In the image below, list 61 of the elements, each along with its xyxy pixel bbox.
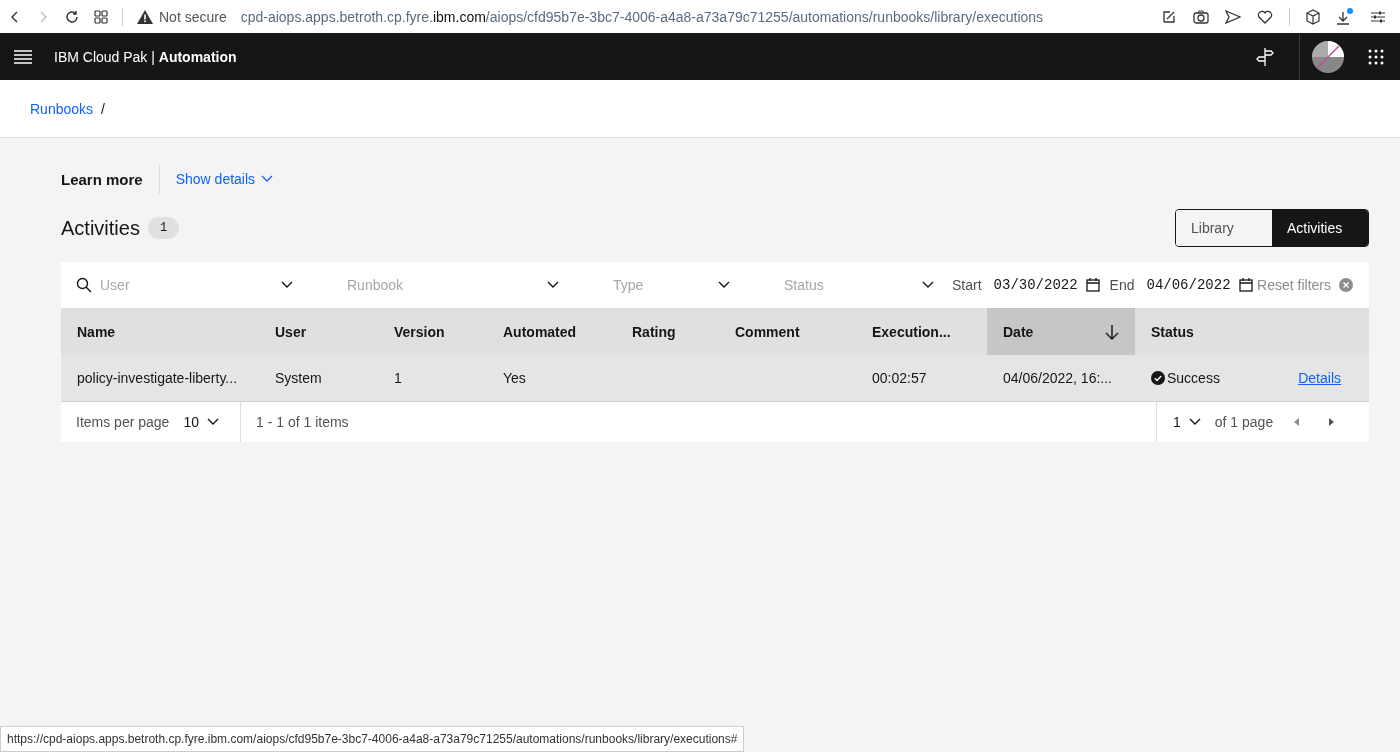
breadcrumb-link[interactable]: Runbooks bbox=[30, 100, 94, 117]
chevron-down-icon bbox=[1188, 418, 1201, 426]
chevron-down-icon bbox=[922, 281, 934, 289]
cube-icon[interactable] bbox=[1306, 8, 1320, 25]
search-icon bbox=[76, 277, 92, 293]
close-circle-icon bbox=[1339, 278, 1353, 292]
details-link[interactable]: Details bbox=[1298, 370, 1341, 386]
download-icon[interactable] bbox=[1336, 7, 1354, 26]
chevron-down-icon bbox=[718, 281, 730, 289]
show-details-link[interactable]: Show details bbox=[175, 171, 274, 187]
column-header[interactable]: Comment bbox=[719, 308, 856, 355]
date-label: End bbox=[1109, 277, 1135, 293]
edit-icon[interactable] bbox=[1161, 8, 1177, 25]
check-circle-icon bbox=[1151, 371, 1165, 385]
chevron-down-icon bbox=[206, 418, 219, 426]
calendar-icon bbox=[1238, 278, 1253, 292]
status-text: Success bbox=[1167, 370, 1220, 386]
column-header[interactable]: Automated bbox=[487, 308, 616, 355]
column-header[interactable]: Name bbox=[61, 308, 259, 355]
warning-icon bbox=[137, 9, 153, 24]
table-cell: 00:02:57 bbox=[872, 370, 927, 386]
link-preview-url: https://cpd-aiops.apps.betroth.cp.fyre.ibm.com/aiops/cfd95b7e-3bc7-4006-a4a8-a73a79c71255/automations/runbooks/library/executions# bbox=[0, 726, 745, 752]
sliders-icon[interactable] bbox=[1370, 9, 1386, 24]
address-bar-url[interactable]: cpd-aiops.apps.betroth.cp.fyre.ibm.com/aiops/cfd95b7e-3bc7-4006-a4a8-a73a79c71255/automations/runbooks/library/executions bbox=[240, 8, 1044, 25]
date-field[interactable]: 04/06/2022 bbox=[1146, 277, 1253, 293]
page-select[interactable]: 1 bbox=[1173, 414, 1201, 430]
not-secure-label: Not secure bbox=[159, 8, 227, 25]
items-range: 1 - 1 of 1 items bbox=[256, 414, 349, 430]
chevron-down-icon bbox=[547, 281, 559, 289]
reload-icon[interactable] bbox=[64, 8, 80, 25]
table-cell: 1 bbox=[394, 370, 402, 386]
column-header[interactable]: Version bbox=[378, 308, 487, 355]
date-field[interactable]: 03/30/2022 bbox=[993, 277, 1100, 293]
send-icon[interactable] bbox=[1225, 9, 1241, 24]
calendar-icon bbox=[1085, 278, 1100, 292]
heart-icon[interactable] bbox=[1257, 9, 1273, 24]
column-header[interactable]: Status bbox=[1135, 308, 1369, 355]
table-cell: 04/06/2022, 16:... bbox=[1003, 370, 1112, 386]
breadcrumb-separator: / bbox=[101, 100, 105, 117]
column-header[interactable]: Date bbox=[987, 308, 1135, 355]
items-per-page-label: Items per page bbox=[76, 414, 170, 430]
view-switch-tab[interactable]: Activities bbox=[1272, 210, 1368, 246]
table-cell: Yes bbox=[503, 370, 526, 386]
tabs-grid-icon[interactable] bbox=[94, 9, 108, 24]
learn-more-label: Learn more bbox=[61, 170, 143, 188]
menu-icon[interactable] bbox=[14, 49, 32, 64]
column-header[interactable]: Execution... bbox=[856, 308, 987, 355]
table-cell: System bbox=[275, 370, 322, 386]
column-header[interactable]: User bbox=[259, 308, 378, 355]
page-count: of 1 page bbox=[1214, 414, 1274, 430]
chevron-down-icon bbox=[281, 281, 293, 289]
page-size-select[interactable]: 10 bbox=[183, 414, 219, 430]
table-cell: policy-investigate-liberty... bbox=[77, 370, 238, 386]
chevron-down-icon bbox=[261, 175, 274, 183]
section-title: Activities bbox=[61, 216, 140, 240]
count-tag: 1 bbox=[147, 217, 180, 239]
date-label: Start bbox=[952, 277, 982, 293]
sort-arrow-icon bbox=[1105, 323, 1119, 340]
camera-icon[interactable] bbox=[1193, 9, 1209, 24]
product-name: IBM Cloud Pak | Automation bbox=[54, 48, 237, 65]
column-header[interactable]: Rating bbox=[616, 308, 719, 355]
